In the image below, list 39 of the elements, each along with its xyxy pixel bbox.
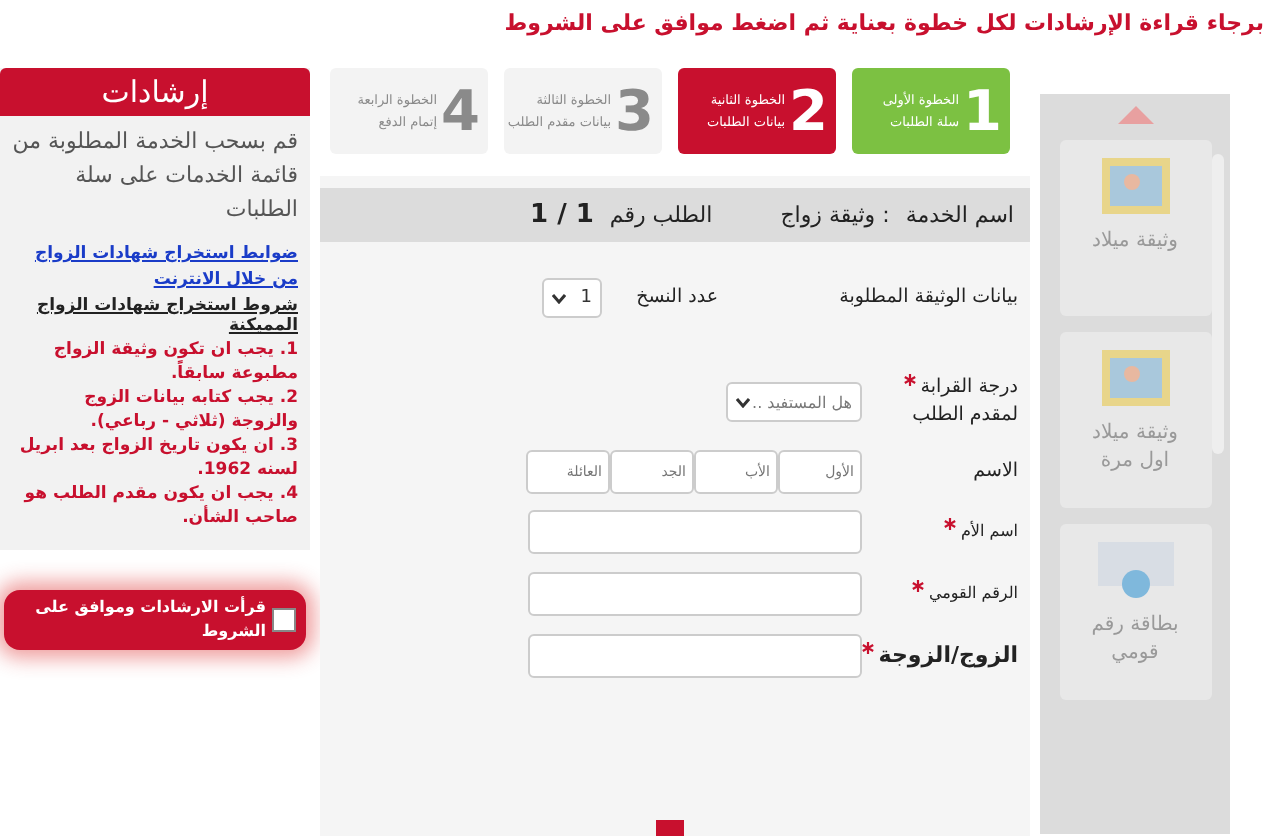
agree-label: قرأت الارشادات وموافق على الشروط: [33, 596, 266, 644]
id-card-icon: [1095, 540, 1175, 600]
service-card[interactable]: بطاقة رقم قومي: [1059, 524, 1211, 700]
condition-item: 4. يجب ان يكون مقدم الطلب هو صاحب الشأن.: [21, 482, 300, 530]
service-card[interactable]: وثيقة ميلاد: [1059, 140, 1211, 316]
relation-select[interactable]: هل المستفيد ..: [726, 382, 862, 422]
condition-item: 3. ان يكون تاريخ الزواج بعد ابريل لسنه 1962.: [17, 434, 300, 482]
checkbox-square[interactable]: [272, 608, 296, 632]
service-label: اسم الخدمة: [905, 202, 1014, 228]
guide-title: إرشادات: [0, 68, 310, 116]
field-label: الزوج/الزوجة: [878, 642, 1018, 668]
request-label: الطلب رقم: [609, 202, 713, 228]
conditions-title: شروط استخراج شهادات الزواج المميكنة: [34, 294, 300, 338]
service-card[interactable]: وثيقة ميلاد اول مرة: [1059, 332, 1211, 508]
framed-picture-icon: [1099, 348, 1171, 408]
copies-select[interactable]: 1: [542, 278, 602, 318]
section-title: بيانات الوثيقة المطلوبة: [837, 284, 1018, 312]
text-input[interactable]: [528, 572, 862, 616]
text-input[interactable]: [528, 510, 862, 554]
page-marker: [656, 820, 684, 836]
chevron-down-icon: [552, 293, 566, 303]
instruction-text: برجاء قراءة الإرشادات لكل خطوة بعناية ثم اضغط موافق على الشروط: [502, 8, 1266, 40]
name-label: الاسم: [971, 458, 1018, 486]
chevron-down-icon: [736, 397, 750, 407]
scroll-up-icon[interactable]: [1117, 106, 1153, 124]
condition-item: 2. يجب كتابه بيانات الزوج والزوجة (ثلاثي - رباعي).: [82, 386, 300, 434]
framed-picture-icon: [1099, 156, 1171, 216]
relation-label-text: درجة القرابة: [862, 374, 1018, 402]
request-number: 1 / 1: [530, 200, 594, 230]
guide-intro: قم بسحب الخدمة المطلوبة من قائمة الخدمات على سلة الطلبات: [10, 126, 300, 226]
relation-sublabel: لمقدم الطلب: [910, 402, 1018, 430]
conditions-link[interactable]: ضوابط استخراج شهادات الزواج من خلال الانترنت: [0, 242, 310, 294]
field-label: الرقم القومي: [928, 584, 1018, 602]
agree-checkbox[interactable]: قرأت الارشادات وموافق على الشروط: [4, 590, 306, 650]
condition-item: 1. يجب ان تكون وثيقة الزواج مطبوعة سابقاً.: [51, 338, 300, 386]
copies-label: عدد النسخ: [634, 284, 718, 312]
text-input[interactable]: [528, 634, 862, 678]
field-label: اسم الأم: [960, 522, 1018, 540]
service-value: : وثيقة زواج: [780, 202, 890, 228]
